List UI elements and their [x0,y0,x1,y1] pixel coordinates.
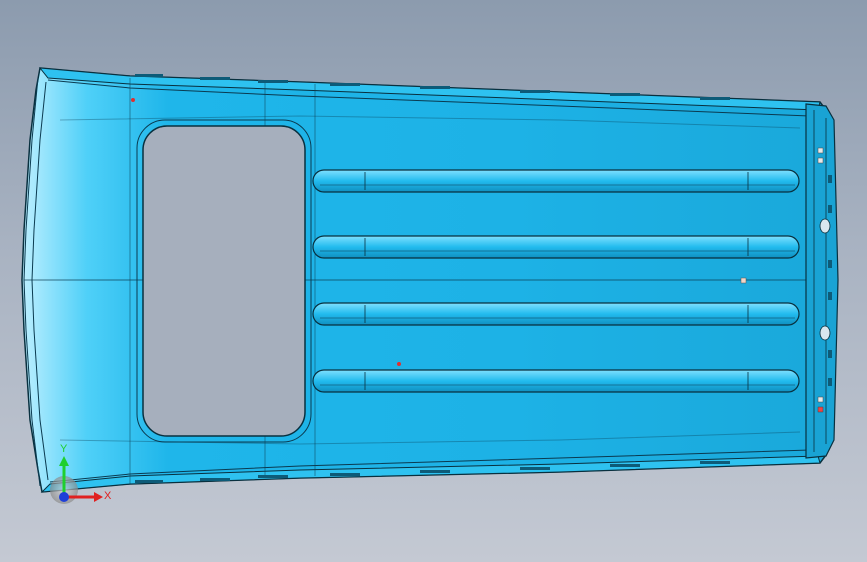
rib-4[interactable] [312,369,800,393]
roof-panel-model[interactable] [0,0,867,562]
reference-point [397,362,401,366]
rib-2[interactable] [312,235,800,259]
roof-opening[interactable] [142,125,306,437]
cad-3d-viewport[interactable]: Y X [0,0,867,562]
z-axis-dot [59,492,69,502]
y-axis-label: Y [60,443,68,455]
rib-1[interactable] [312,169,800,193]
reference-point [740,277,747,284]
rear-header[interactable] [805,103,839,459]
rib-3[interactable] [312,302,800,326]
x-axis-head [94,492,103,502]
x-axis-label: X [104,490,112,502]
reference-point [131,98,135,102]
